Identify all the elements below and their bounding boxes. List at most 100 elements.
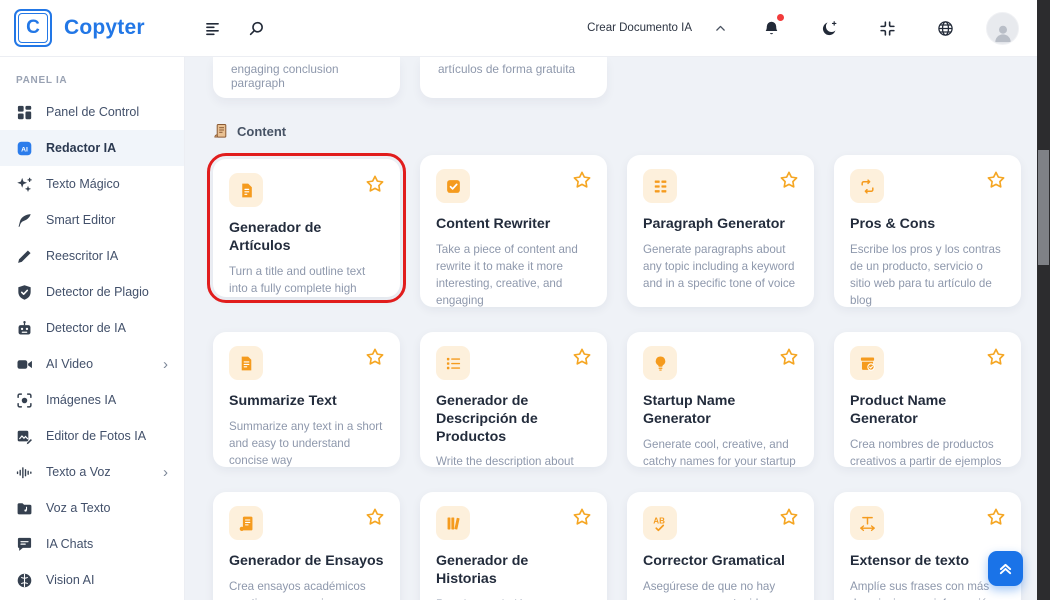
dashboard-icon [16, 104, 33, 121]
sidebar: PANEL IA Panel de Control AI Redactor IA Te… [0, 57, 185, 600]
sidebar-item-label: Vision AI [46, 573, 94, 587]
sidebar-item-smart-editor[interactable]: Smart Editor [0, 202, 184, 238]
tool-card-title: Generador de Artículos [229, 220, 384, 256]
tools-grid: Generador de Artículos Turn a title and o… [213, 155, 1021, 600]
top-header: C Copyter Crear Documento IA [0, 0, 1037, 57]
favorite-star-icon[interactable] [572, 507, 592, 527]
tool-card-content-rewriter[interactable]: Content Rewriter Take a piece of content … [420, 155, 607, 307]
sidebar-item-redactor-ia[interactable]: AI Redactor IA [0, 130, 184, 166]
image-scan-icon [16, 392, 33, 409]
sidebar-item-texto-a-voz[interactable]: Texto a Voz › [0, 454, 184, 490]
sidebar-item-texto-m-gico[interactable]: Texto Mágico [0, 166, 184, 202]
tool-card-description: Turn a title and outline text into a ful… [229, 263, 384, 298]
swap-arrows-icon [850, 169, 884, 203]
partial-card[interactable]: artículos de forma gratuita [420, 57, 607, 98]
tool-card-summarize-text[interactable]: Summarize TextSummarize any text in a sh… [213, 332, 400, 467]
sidebar-item-label: Imágenes IA [46, 393, 116, 407]
sidebar-item-voz-a-texto[interactable]: Voz a Texto [0, 490, 184, 526]
tool-card-product-name-generator[interactable]: Product Name GeneratorCrea nombres de pr… [834, 332, 1021, 467]
create-document-button[interactable]: Crear Documento IA [587, 22, 692, 34]
tool-card-title: Generador de Descripción de Productos [436, 393, 591, 446]
brain-icon [16, 572, 33, 589]
header-actions: Crear Documento IA [587, 11, 1037, 45]
sidebar-item-vision-ai[interactable]: Vision AI [0, 562, 184, 598]
photo-editor-icon [16, 428, 33, 445]
tool-card-description: Take a piece of content and rewrite it t… [436, 241, 591, 307]
scroll-to-top-button[interactable] [988, 551, 1023, 586]
tool-card-description: Crea ensayos académicos creativos para v… [229, 578, 384, 600]
tool-card-title: Corrector Gramatical [643, 553, 798, 571]
tool-card-generador-de-descripci-n-de-productos[interactable]: Generador de Descripción de ProductosWri… [420, 332, 607, 467]
menu-icon[interactable] [195, 11, 229, 45]
chevron-up-icon[interactable] [710, 18, 730, 38]
partial-card[interactable]: engaging conclusion paragraph [213, 57, 400, 98]
favorite-star-icon[interactable] [986, 170, 1006, 190]
favorite-star-icon[interactable] [365, 507, 385, 527]
favorite-star-icon[interactable] [572, 347, 592, 367]
product-box-icon [850, 346, 884, 380]
chevron-right-icon: › [163, 357, 168, 372]
double-chevron-up-icon [997, 560, 1014, 577]
tool-card-corrector-gramatical[interactable]: ABCorrector GramaticalAsegúrese de que n… [627, 492, 814, 600]
bell-icon[interactable] [754, 11, 788, 45]
partial-card-text: artículos de forma gratuita [438, 62, 575, 76]
sidebar-item-reescritor-ia[interactable]: Reescritor IA [0, 238, 184, 274]
user-avatar[interactable] [986, 12, 1019, 45]
logo-letter: C [18, 13, 48, 43]
shield-check-icon [16, 284, 33, 301]
pencil-icon [16, 248, 33, 265]
grammar-check-icon: AB [643, 506, 677, 540]
page-scrollbar[interactable] [1037, 0, 1050, 600]
scrollbar-thumb[interactable] [1038, 150, 1049, 265]
tool-card-startup-name-generator[interactable]: Startup Name GeneratorGenerate cool, cre… [627, 332, 814, 467]
sidebar-item-label: Detector de IA [46, 321, 126, 335]
search-icon[interactable] [239, 11, 273, 45]
tool-card-title: Content Rewriter [436, 216, 591, 234]
tool-card-generador-de-ensayos[interactable]: Generador de EnsayosCrea ensayos académi… [213, 492, 400, 600]
sidebar-item-label: Panel de Control [46, 105, 139, 119]
sidebar-item-panel-de-control[interactable]: Panel de Control [0, 94, 184, 130]
tool-card-description: Crea nombres de productos creativos a pa… [850, 436, 1005, 468]
moon-icon[interactable] [812, 11, 846, 45]
favorite-star-icon[interactable] [365, 347, 385, 367]
tool-card-generador-de-historias[interactable]: Generador de HistoriasPermita que la IA … [420, 492, 607, 600]
tool-card-generador-de-art-culos[interactable]: Generador de Artículos Turn a title and o… [213, 159, 400, 297]
favorite-star-icon[interactable] [986, 507, 1006, 527]
favorite-star-icon[interactable] [572, 170, 592, 190]
essay-scroll-icon [229, 506, 263, 540]
sidebar-item-im-genes-ia[interactable]: Imágenes IA [0, 382, 184, 418]
favorite-star-icon[interactable] [779, 170, 799, 190]
logo-icon: C [14, 9, 52, 47]
sidebar-item-detector-de-ia[interactable]: Detector de IA [0, 310, 184, 346]
sidebar-item-label: Redactor IA [46, 141, 116, 155]
partial-card-text: engaging conclusion paragraph [231, 62, 339, 90]
tool-card-description: Generate paragraphs about any topic incl… [643, 241, 798, 292]
globe-icon[interactable] [928, 11, 962, 45]
sidebar-item-label: Texto a Voz [46, 465, 111, 479]
content-section-header: Content [213, 123, 286, 139]
tool-card-title: Paragraph Generator [643, 216, 798, 234]
sidebar-items: Panel de Control AI Redactor IA Texto Mágic… [0, 94, 184, 598]
compress-icon[interactable] [870, 11, 904, 45]
tool-card-paragraph-generator[interactable]: Paragraph Generator Generate paragraphs a… [627, 155, 814, 307]
sidebar-item-ia-chats[interactable]: IA Chats [0, 526, 184, 562]
text-width-icon [850, 506, 884, 540]
paragraph-icon [643, 169, 677, 203]
tool-card-description: Generate cool, creative, and catchy name… [643, 436, 798, 468]
favorite-star-icon[interactable] [779, 347, 799, 367]
sidebar-item-ai-video[interactable]: AI Video› [0, 346, 184, 382]
sidebar-section-label: PANEL IA [16, 75, 184, 86]
chat-icon [16, 536, 33, 553]
svg-text:AI: AI [21, 146, 28, 153]
favorite-star-icon[interactable] [779, 507, 799, 527]
favorite-star-icon[interactable] [365, 174, 385, 194]
favorite-star-icon[interactable] [986, 347, 1006, 367]
tool-card-pros-cons[interactable]: Pros & ConsEscribe los pros y los contra… [834, 155, 1021, 307]
sidebar-item-label: Reescritor IA [46, 249, 118, 263]
sidebar-item-label: Detector de Plagio [46, 285, 149, 299]
sidebar-item-detector-de-plagio[interactable]: Detector de Plagio [0, 274, 184, 310]
brand-logo[interactable]: C Copyter [0, 9, 185, 47]
rewrite-check-icon [436, 169, 470, 203]
sidebar-item-editor-de-fotos-ia[interactable]: Editor de Fotos IA [0, 418, 184, 454]
chevron-right-icon: › [163, 465, 168, 480]
